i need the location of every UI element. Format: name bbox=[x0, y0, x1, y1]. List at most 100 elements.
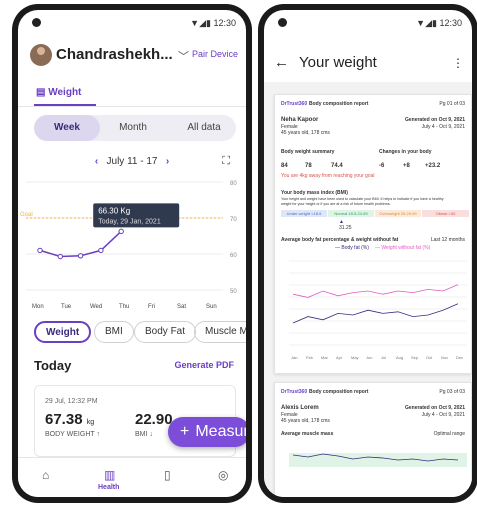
report-series-fat bbox=[292, 303, 459, 324]
left-screen: ▼◢▮ 12:30 Chandrashekh... ﹀ Pair Device … bbox=[18, 10, 246, 497]
report-title-2: Body composition report bbox=[309, 389, 369, 395]
period-selector: Week Month All data bbox=[34, 115, 236, 141]
report-month-label: Sep bbox=[411, 355, 419, 360]
seg-month[interactable]: Month bbox=[100, 115, 166, 141]
entry-bmi: 22.90 bbox=[135, 411, 173, 428]
pill-muscle-mass[interactable]: Muscle Mas bbox=[194, 321, 246, 343]
profile-icon[interactable]: ◎ bbox=[218, 468, 228, 482]
avatar[interactable] bbox=[30, 44, 52, 66]
seg-week[interactable]: Week bbox=[34, 115, 100, 141]
weight-chart: 80 70 60 50 Goal Mon Tue Wed Thu Fri Sat Sun 66.30 K… bbox=[20, 181, 237, 310]
legend-body-fat-label: Body fat (%) bbox=[341, 245, 369, 251]
tooltip-value: 66.30 Kg bbox=[98, 206, 130, 215]
pair-device-link[interactable]: Pair Device bbox=[192, 49, 238, 59]
stat-start: 84 bbox=[281, 163, 288, 169]
generate-pdf-link[interactable]: Generate PDF bbox=[174, 360, 234, 370]
entry-weight-label: BODY WEIGHT ↑ bbox=[45, 431, 100, 438]
pill-bmi[interactable]: BMI bbox=[94, 321, 134, 343]
user-name[interactable]: Chandrashekh... bbox=[56, 46, 173, 63]
changes-title: Changes in your body bbox=[379, 149, 432, 155]
page-number: Pg 01 of 03 bbox=[439, 101, 465, 107]
data-point bbox=[57, 253, 63, 260]
camera-icon-2 bbox=[278, 18, 287, 27]
nav-health-label: Health bbox=[98, 484, 120, 491]
health-icon[interactable]: ▥ bbox=[104, 468, 115, 482]
home-icon[interactable]: ⌂ bbox=[42, 468, 49, 482]
bmi-scale: Under weight <18.5 Normal 18.5-24.99 Ove… bbox=[281, 210, 469, 217]
back-arrow-icon[interactable]: ← bbox=[274, 54, 289, 71]
prev-arrow-icon[interactable]: ‹ bbox=[95, 156, 98, 167]
series-line bbox=[39, 230, 122, 258]
y-tick-label: 80 bbox=[230, 181, 237, 187]
report-month-label: Oct bbox=[426, 355, 433, 360]
x-tick-label: Thu bbox=[119, 304, 129, 310]
plus-icon: + bbox=[180, 423, 190, 440]
seg-all-data[interactable]: All data bbox=[166, 115, 242, 141]
entry-date: 29 Jul, 12:32 PM bbox=[45, 398, 98, 405]
x-tick-label: Sun bbox=[206, 304, 217, 310]
report-page-3[interactable]: DrTrust360 Body composition report Pg 03… bbox=[274, 382, 472, 497]
book-icon[interactable]: ▯ bbox=[164, 468, 171, 482]
y-tick-label: 60 bbox=[230, 253, 237, 259]
x-tick-label: Wed bbox=[90, 304, 102, 310]
muscle-chart bbox=[289, 453, 467, 467]
measure-button[interactable]: + Measure bbox=[168, 417, 246, 447]
x-tick-label: Tue bbox=[61, 304, 72, 310]
date-navigator: ‹ July 11 - 17 › bbox=[18, 156, 246, 167]
today-heading: Today bbox=[34, 358, 72, 373]
header: Chandrashekh... ﹀ Pair Device bbox=[28, 44, 238, 68]
next-arrow-icon[interactable]: › bbox=[166, 156, 169, 167]
page-number-2: Pg 03 of 03 bbox=[439, 389, 465, 395]
entry-weight-value: 67.38 bbox=[45, 411, 83, 428]
more-icon[interactable]: ⋮ bbox=[452, 56, 464, 70]
right-screen: ▼◢▮ 12:30 ← Your weight ⋮ DrTrust360 Body… bbox=[264, 10, 472, 497]
status-time: 12:30 bbox=[213, 18, 236, 28]
report-title: Body composition report bbox=[309, 101, 369, 107]
report-month-label: Aug bbox=[396, 355, 403, 360]
bmi-desc: Your height and weight have been used to… bbox=[281, 197, 444, 201]
muscle-legend: Optimal range bbox=[433, 431, 465, 437]
data-point bbox=[98, 247, 104, 254]
fat-chart: Jan Feb Mar Apr May Jun Jul Aug Sep Oct Nov Dec bbox=[289, 260, 467, 360]
data-point bbox=[118, 228, 124, 235]
bmi-obese: Obese >30 bbox=[422, 210, 469, 217]
tooltip-date: Today, 29 Jan, 2021 bbox=[98, 218, 161, 225]
signal-icons: ▼◢▮ bbox=[190, 18, 211, 28]
chevron-down-icon[interactable]: ﹀ bbox=[178, 48, 189, 64]
entry-weight: 67.38 kg bbox=[45, 411, 94, 428]
tab-weight[interactable]: ▤ Weight bbox=[36, 87, 81, 98]
patient-age: 45 years old, 178 cms bbox=[281, 130, 330, 136]
page-title-text: Your weight bbox=[299, 54, 377, 71]
bmi-normal: Normal 18.5-24.99 bbox=[328, 210, 374, 217]
report-month-label: Dec bbox=[456, 355, 463, 360]
bmi-title: Your body mass index (BMI) bbox=[281, 190, 348, 196]
legend-body-fat: — Body fat (%) bbox=[335, 245, 369, 251]
report-page-1[interactable]: DrTrust360 Body composition report Pg 01… bbox=[274, 94, 472, 374]
patient-age-2: 45 years old, 178 cms bbox=[281, 418, 330, 424]
report-preview: DrTrust360 Body composition report Pg 01… bbox=[264, 82, 472, 497]
tab-weight-label: Weight bbox=[48, 87, 82, 98]
y-tick-label: 50 bbox=[230, 289, 237, 295]
report-series-weight bbox=[292, 284, 459, 298]
stat-change-1: -6 bbox=[379, 163, 385, 169]
stat-change-3: +23.2 bbox=[425, 163, 441, 169]
patient-name: Neha Kapoor bbox=[281, 117, 319, 123]
brand-logo-2: DrTrust360 bbox=[281, 389, 308, 395]
entry-weight-unit: kg bbox=[86, 419, 95, 426]
report-month-label: Feb bbox=[306, 355, 314, 360]
pill-weight[interactable]: Weight bbox=[34, 321, 92, 343]
data-point bbox=[37, 247, 43, 254]
data-point bbox=[77, 253, 84, 259]
bmi-underweight: Under weight <18.5 bbox=[281, 210, 327, 217]
pill-body-fat[interactable]: Body Fat bbox=[134, 321, 197, 343]
summary-title: Body weight summary bbox=[281, 149, 335, 155]
generated-on: Generated on Oct 9, 2021 bbox=[404, 117, 465, 123]
stat-latest: 78 bbox=[305, 163, 312, 169]
x-tick-label: Fri bbox=[148, 304, 155, 310]
goal-warning: You are 4kg away from reaching your goal bbox=[281, 173, 375, 179]
report-month-label: Jun bbox=[366, 355, 372, 360]
expand-icon[interactable]: ⛶ bbox=[222, 155, 230, 168]
report-month-label: Nov bbox=[441, 355, 448, 360]
entry-bmi-label: BMI ↓ bbox=[135, 431, 153, 438]
date-range: July 11 - 17 bbox=[106, 156, 158, 167]
